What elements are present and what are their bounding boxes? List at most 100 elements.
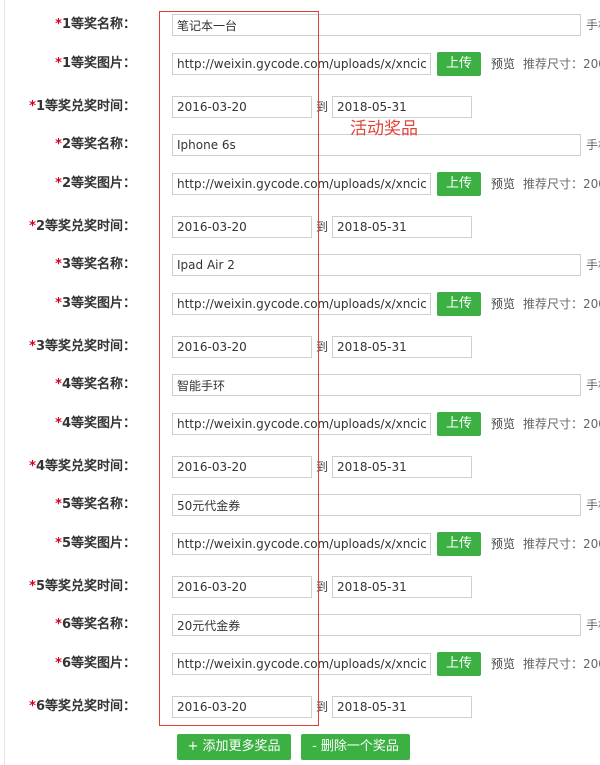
prize-1-image-url-input[interactable] [172,53,431,75]
remove-prize-button[interactable]: - 删除一个奖品 [301,734,410,760]
prize-2-end-date-input[interactable] [332,216,472,238]
upload-button[interactable]: 上传 [437,172,481,196]
required-mark: * [55,56,62,71]
preview-link[interactable]: 预览 [491,655,515,673]
required-mark: * [55,257,62,272]
recommended-size-text: 推荐尺寸：200 [523,417,600,431]
prize-5-name-label: *5等奖名称： [0,496,136,514]
required-mark: * [29,699,36,714]
prize-4-start-date-input[interactable] [172,456,312,478]
prize-1-name-label-text: 1等奖名称： [61,17,136,32]
recommended-size-text: 推荐尺寸：200 [523,297,600,311]
prize-2-image-url-input[interactable] [172,173,431,195]
prize-1-name-input[interactable] [172,14,581,36]
required-mark: * [55,656,62,671]
upload-button[interactable]: 上传 [437,532,481,556]
required-mark: * [29,99,36,114]
prize-3-image-label-text: 3等奖图片： [61,296,136,311]
prize-5-image-label-text: 5等奖图片： [61,536,136,551]
prize-2-time-label-text: 2等奖兑奖时间： [35,219,136,234]
prize-3-end-date-input[interactable] [332,336,472,358]
required-mark: * [55,377,62,392]
prize-6-name-label: *6等奖名称： [0,616,136,634]
prize-2-start-date-input[interactable] [172,216,312,238]
required-mark: * [55,416,62,431]
prize-1-image-label-text: 1等奖图片： [61,56,136,71]
prize-6-name-input[interactable] [172,614,581,636]
date-range-separator: 到 [316,700,329,714]
preview-link[interactable]: 预览 [491,535,515,553]
prize-1-end-date-input[interactable] [332,96,472,118]
prize-5-name-input[interactable] [172,494,581,516]
prize-3-image-label: *3等奖图片： [0,295,136,313]
prize-4-time-label-text: 4等奖兑奖时间： [35,459,136,474]
required-mark: * [29,459,36,474]
prize-4-image-label-text: 4等奖图片： [61,416,136,431]
upload-button[interactable]: 上传 [437,52,481,76]
prize-2-image-label-text: 2等奖图片： [61,176,136,191]
prize-3-image-url-input[interactable] [172,293,431,315]
prize-5-image-url-input[interactable] [172,533,431,555]
required-mark: * [55,176,62,191]
prize-3-name-input[interactable] [172,254,581,276]
upload-button[interactable]: 上传 [437,652,481,676]
prize-4-image-label: *4等奖图片： [0,415,136,433]
preview-link[interactable]: 预览 [491,415,515,433]
add-more-prizes-button[interactable]: + 添加更多奖品 [177,734,291,760]
required-mark: * [29,579,36,594]
required-mark: * [55,617,62,632]
required-mark: * [29,219,36,234]
prize-4-name-label: *4等奖名称： [0,376,136,394]
required-mark: * [29,339,36,354]
prize-6-start-date-input[interactable] [172,696,312,718]
prize-6-time-label-text: 6等奖兑奖时间： [35,699,136,714]
name-suffix-text: 手机 [586,18,600,32]
prize-1-time-label: *1等奖兑奖时间： [0,98,136,116]
prize-6-time-label: *6等奖兑奖时间： [0,698,136,716]
prize-2-image-label: *2等奖图片： [0,175,136,193]
preview-link[interactable]: 预览 [491,175,515,193]
prize-5-name-label-text: 5等奖名称： [61,497,136,512]
recommended-size-text: 推荐尺寸：200 [523,657,600,671]
prize-6-image-label: *6等奖图片： [0,655,136,673]
date-range-separator: 到 [316,460,329,474]
prize-6-image-url-input[interactable] [172,653,431,675]
prize-2-time-label: *2等奖兑奖时间： [0,218,136,236]
prize-5-end-date-input[interactable] [332,576,472,598]
prize-1-start-date-input[interactable] [172,96,312,118]
date-range-separator: 到 [316,340,329,354]
name-suffix-text: 手机 [586,378,600,392]
annotation-label: 活动奖品 [350,119,418,139]
prize-4-name-input[interactable] [172,374,581,396]
prize-5-time-label-text: 5等奖兑奖时间： [35,579,136,594]
upload-button[interactable]: 上传 [437,292,481,316]
prize-3-start-date-input[interactable] [172,336,312,358]
upload-button[interactable]: 上传 [437,412,481,436]
prize-6-name-label-text: 6等奖名称： [61,617,136,632]
name-suffix-text: 手机 [586,258,600,272]
recommended-size-text: 推荐尺寸：200 [523,537,600,551]
prize-5-image-label: *5等奖图片： [0,535,136,553]
prize-6-end-date-input[interactable] [332,696,472,718]
date-range-separator: 到 [316,100,329,114]
required-mark: * [55,497,62,512]
prize-5-time-label: *5等奖兑奖时间： [0,578,136,596]
prize-4-time-label: *4等奖兑奖时间： [0,458,136,476]
prize-3-time-label-text: 3等奖兑奖时间： [35,339,136,354]
preview-link[interactable]: 预览 [491,295,515,313]
prize-1-name-label: *1等奖名称： [0,16,136,34]
name-suffix-text: 手机 [586,618,600,632]
date-range-separator: 到 [316,580,329,594]
prize-3-name-label-text: 3等奖名称： [61,257,136,272]
required-mark: * [55,536,62,551]
prize-4-image-url-input[interactable] [172,413,431,435]
recommended-size-text: 推荐尺寸：200 [523,177,600,191]
required-mark: * [55,137,62,152]
prize-3-name-label: *3等奖名称： [0,256,136,274]
prize-4-end-date-input[interactable] [332,456,472,478]
preview-link[interactable]: 预览 [491,55,515,73]
prize-5-start-date-input[interactable] [172,576,312,598]
name-suffix-text: 手机 [586,498,600,512]
name-suffix-text: 手机 [586,138,600,152]
prize-2-name-label-text: 2等奖名称： [61,137,136,152]
